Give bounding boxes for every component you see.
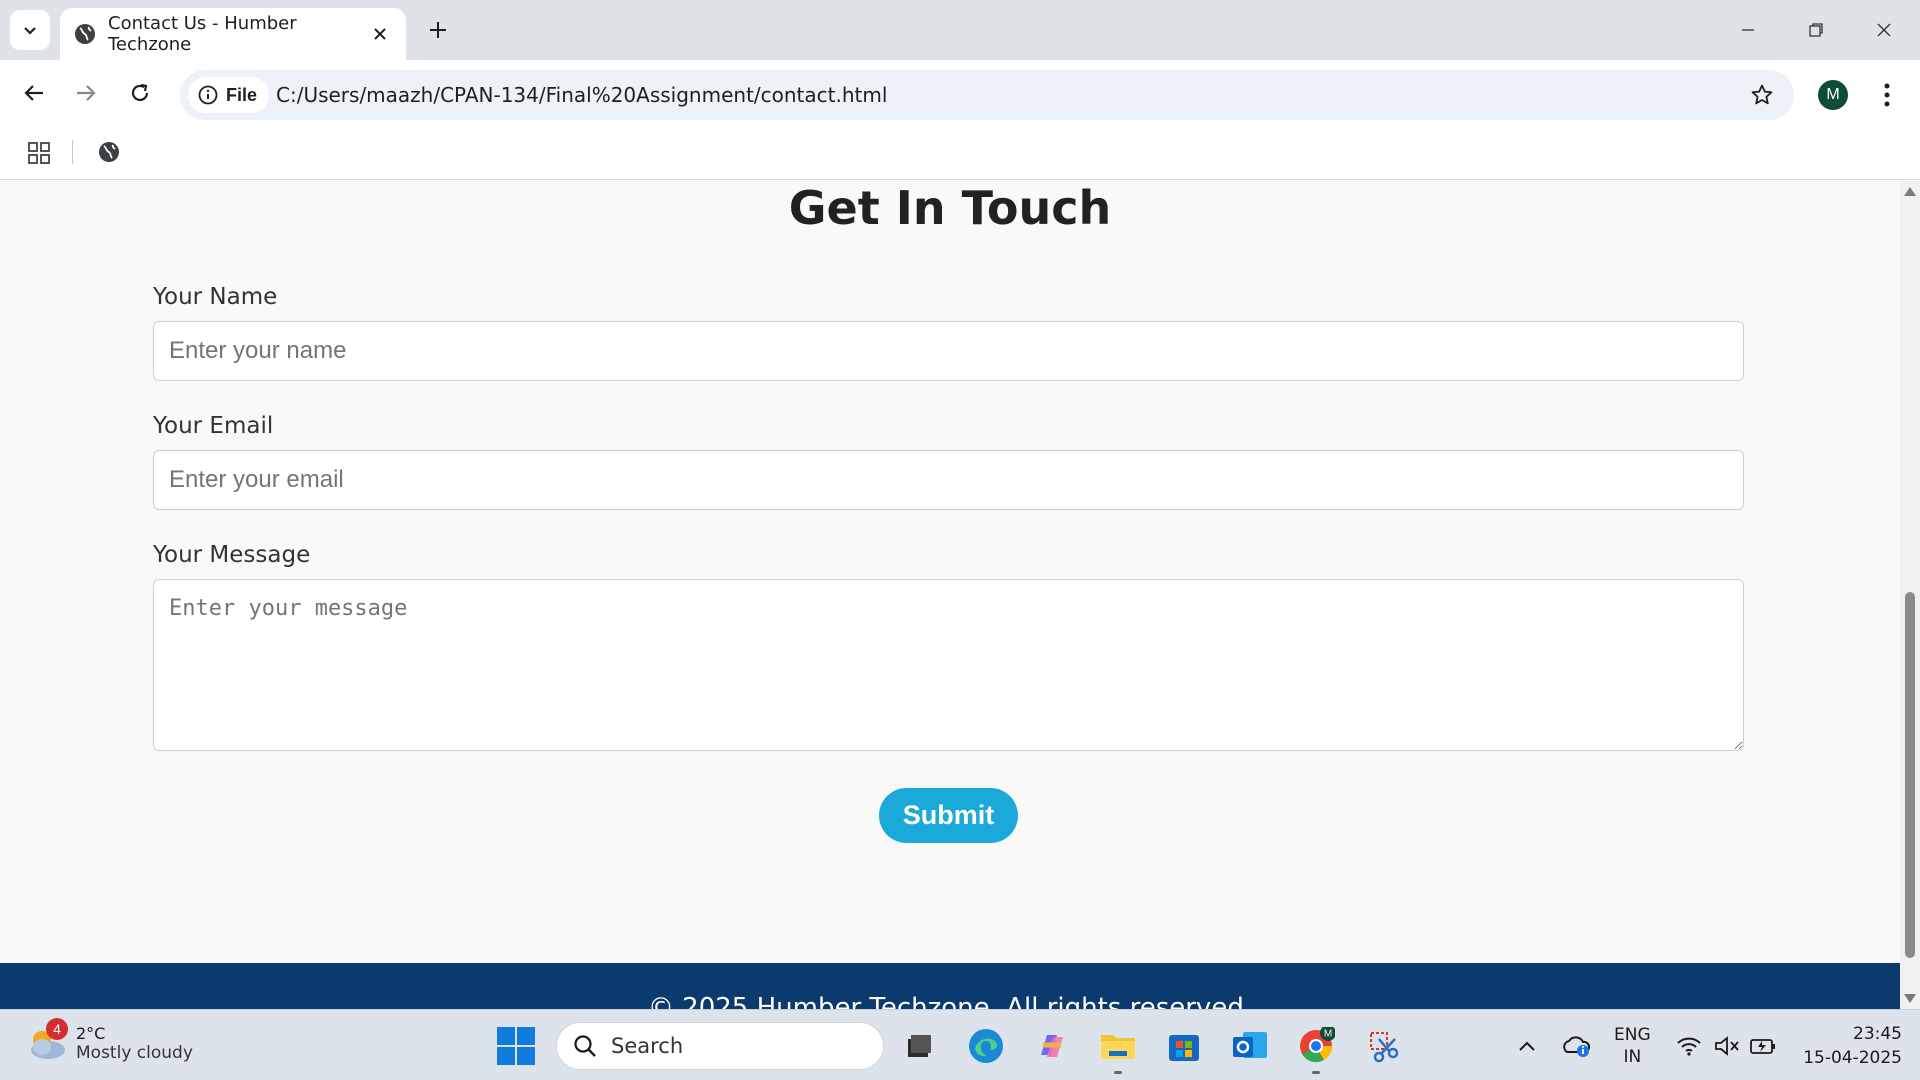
folder-icon [1101,1035,1135,1059]
clock-time: 23:45 [1853,1024,1902,1044]
minimize-button[interactable] [1728,12,1768,48]
tab-search-button[interactable] [10,10,50,50]
weather-widget[interactable]: 4 2°C Mostly cloudy [24,1018,193,1066]
language-indicator[interactable]: ENG IN [1614,1024,1651,1068]
bookmarks-bar [0,130,1920,180]
copilot-app[interactable] [1030,1024,1074,1068]
weather-condition: Mostly cloudy [76,1042,193,1063]
email-label: Your Email [153,413,274,439]
task-view-icon [908,1035,931,1057]
close-icon [1877,23,1891,37]
search-label: Search [611,1034,684,1058]
page-footer: © 2025 Humber Techzone. All rights reser… [0,963,1900,1009]
site-info-chip[interactable]: File [188,77,270,113]
name-label: Your Name [153,284,278,310]
scroll-thumb[interactable] [1905,592,1915,958]
outlook-icon [1233,1032,1267,1058]
task-view-app[interactable] [896,1024,940,1068]
windows-start-icon[interactable] [497,1027,535,1065]
store-app[interactable] [1162,1024,1206,1068]
site-chip-label: File [226,84,258,105]
svg-text:M: M [1324,1029,1332,1040]
message-textarea[interactable] [153,579,1744,751]
tab-strip: Contact Us - Humber Techzone [0,0,1920,60]
cloud-info-icon [1563,1036,1591,1057]
scroll-up-arrow-icon[interactable] [1904,187,1916,196]
tab-title: Contact Us - Humber Techzone [108,13,297,55]
chevron-down-icon [24,27,36,35]
globe-icon [75,24,95,44]
info-icon [198,85,218,105]
edge-app[interactable] [964,1024,1008,1068]
language-code: ENG [1614,1025,1651,1045]
scroll-down-arrow-icon[interactable] [1904,994,1916,1003]
clock-date: 15-04-2025 [1803,1048,1902,1068]
snipping-tool-app[interactable] [1362,1024,1406,1068]
store-icon [1169,1035,1199,1061]
address-bar[interactable]: File C:/Users/maazh/CPAN-134/Final%20Ass… [180,70,1794,120]
arrow-right-icon [77,85,96,101]
profile-avatar[interactable]: M [1818,80,1848,110]
chrome-app[interactable]: M [1294,1024,1338,1074]
forward-button[interactable] [66,73,106,113]
scissors-icon [1370,1032,1399,1063]
edge-icon [969,1029,1003,1063]
reload-button[interactable] [120,73,160,113]
volume-button[interactable] [1710,1024,1744,1068]
back-button[interactable] [14,73,54,113]
active-tab[interactable]: Contact Us - Humber Techzone [60,8,406,60]
minimize-icon [1742,29,1754,31]
restore-icon [1809,23,1823,37]
battery-charging-icon [1750,1039,1775,1054]
page-title: Get In Touch [788,181,1112,235]
copilot-icon [1041,1035,1063,1057]
page-viewport: Get In Touch Your Name Your Email Your M… [0,181,1900,1009]
taskbar: 4 2°C Mostly cloudy Search M ENG IN 23:4… [0,1009,1920,1080]
show-hidden-icons-button[interactable] [1512,1024,1542,1068]
more-vertical-icon [1884,83,1890,107]
plus-icon [430,22,446,38]
arrow-left-icon [24,85,43,101]
weather-temperature: 2°C [76,1023,106,1043]
close-tab-button[interactable] [368,22,392,46]
reload-icon [131,83,149,102]
file-explorer-app[interactable] [1096,1024,1140,1074]
running-indicator [1312,1071,1320,1074]
region-code: IN [1623,1047,1642,1067]
submit-button[interactable]: Submit [879,788,1018,843]
page-scrollbar[interactable] [1900,181,1920,1009]
bookmark-item[interactable] [94,137,124,167]
running-indicator [1114,1071,1122,1074]
battery-button[interactable] [1746,1024,1780,1068]
star-icon [1751,84,1773,105]
onedrive-button[interactable] [1558,1024,1594,1068]
wifi-button[interactable] [1672,1024,1706,1068]
grid-icon [28,142,50,164]
restore-button[interactable] [1796,12,1836,48]
weather-badge: 4 [46,1018,68,1040]
footer-copyright: © 2025 Humber Techzone. All rights reser… [647,993,1253,1009]
bookmark-star-button[interactable] [1748,81,1776,109]
chrome-icon: M [1300,1027,1335,1063]
close-window-button[interactable] [1864,12,1904,48]
volume-muted-icon [1715,1036,1739,1056]
new-tab-button[interactable] [422,14,454,46]
taskbar-search[interactable]: Search [556,1022,884,1070]
outlook-app[interactable] [1228,1024,1272,1068]
name-input[interactable] [153,321,1744,381]
bookmarks-divider [72,140,73,164]
system-clock[interactable]: 23:45 15-04-2025 [1796,1022,1902,1070]
browser-menu-button[interactable] [1872,78,1902,112]
message-label: Your Message [153,542,311,568]
cloud-icon: 4 [24,1018,70,1066]
email-input[interactable] [153,450,1744,510]
chevron-up-icon [1519,1041,1535,1051]
close-icon [374,28,386,40]
globe-icon [99,142,119,162]
search-icon [574,1035,596,1057]
apps-shortcut[interactable] [24,138,54,168]
url-text[interactable]: C:/Users/maazh/CPAN-134/Final%20Assignme… [276,83,887,107]
wifi-icon [1677,1037,1701,1056]
